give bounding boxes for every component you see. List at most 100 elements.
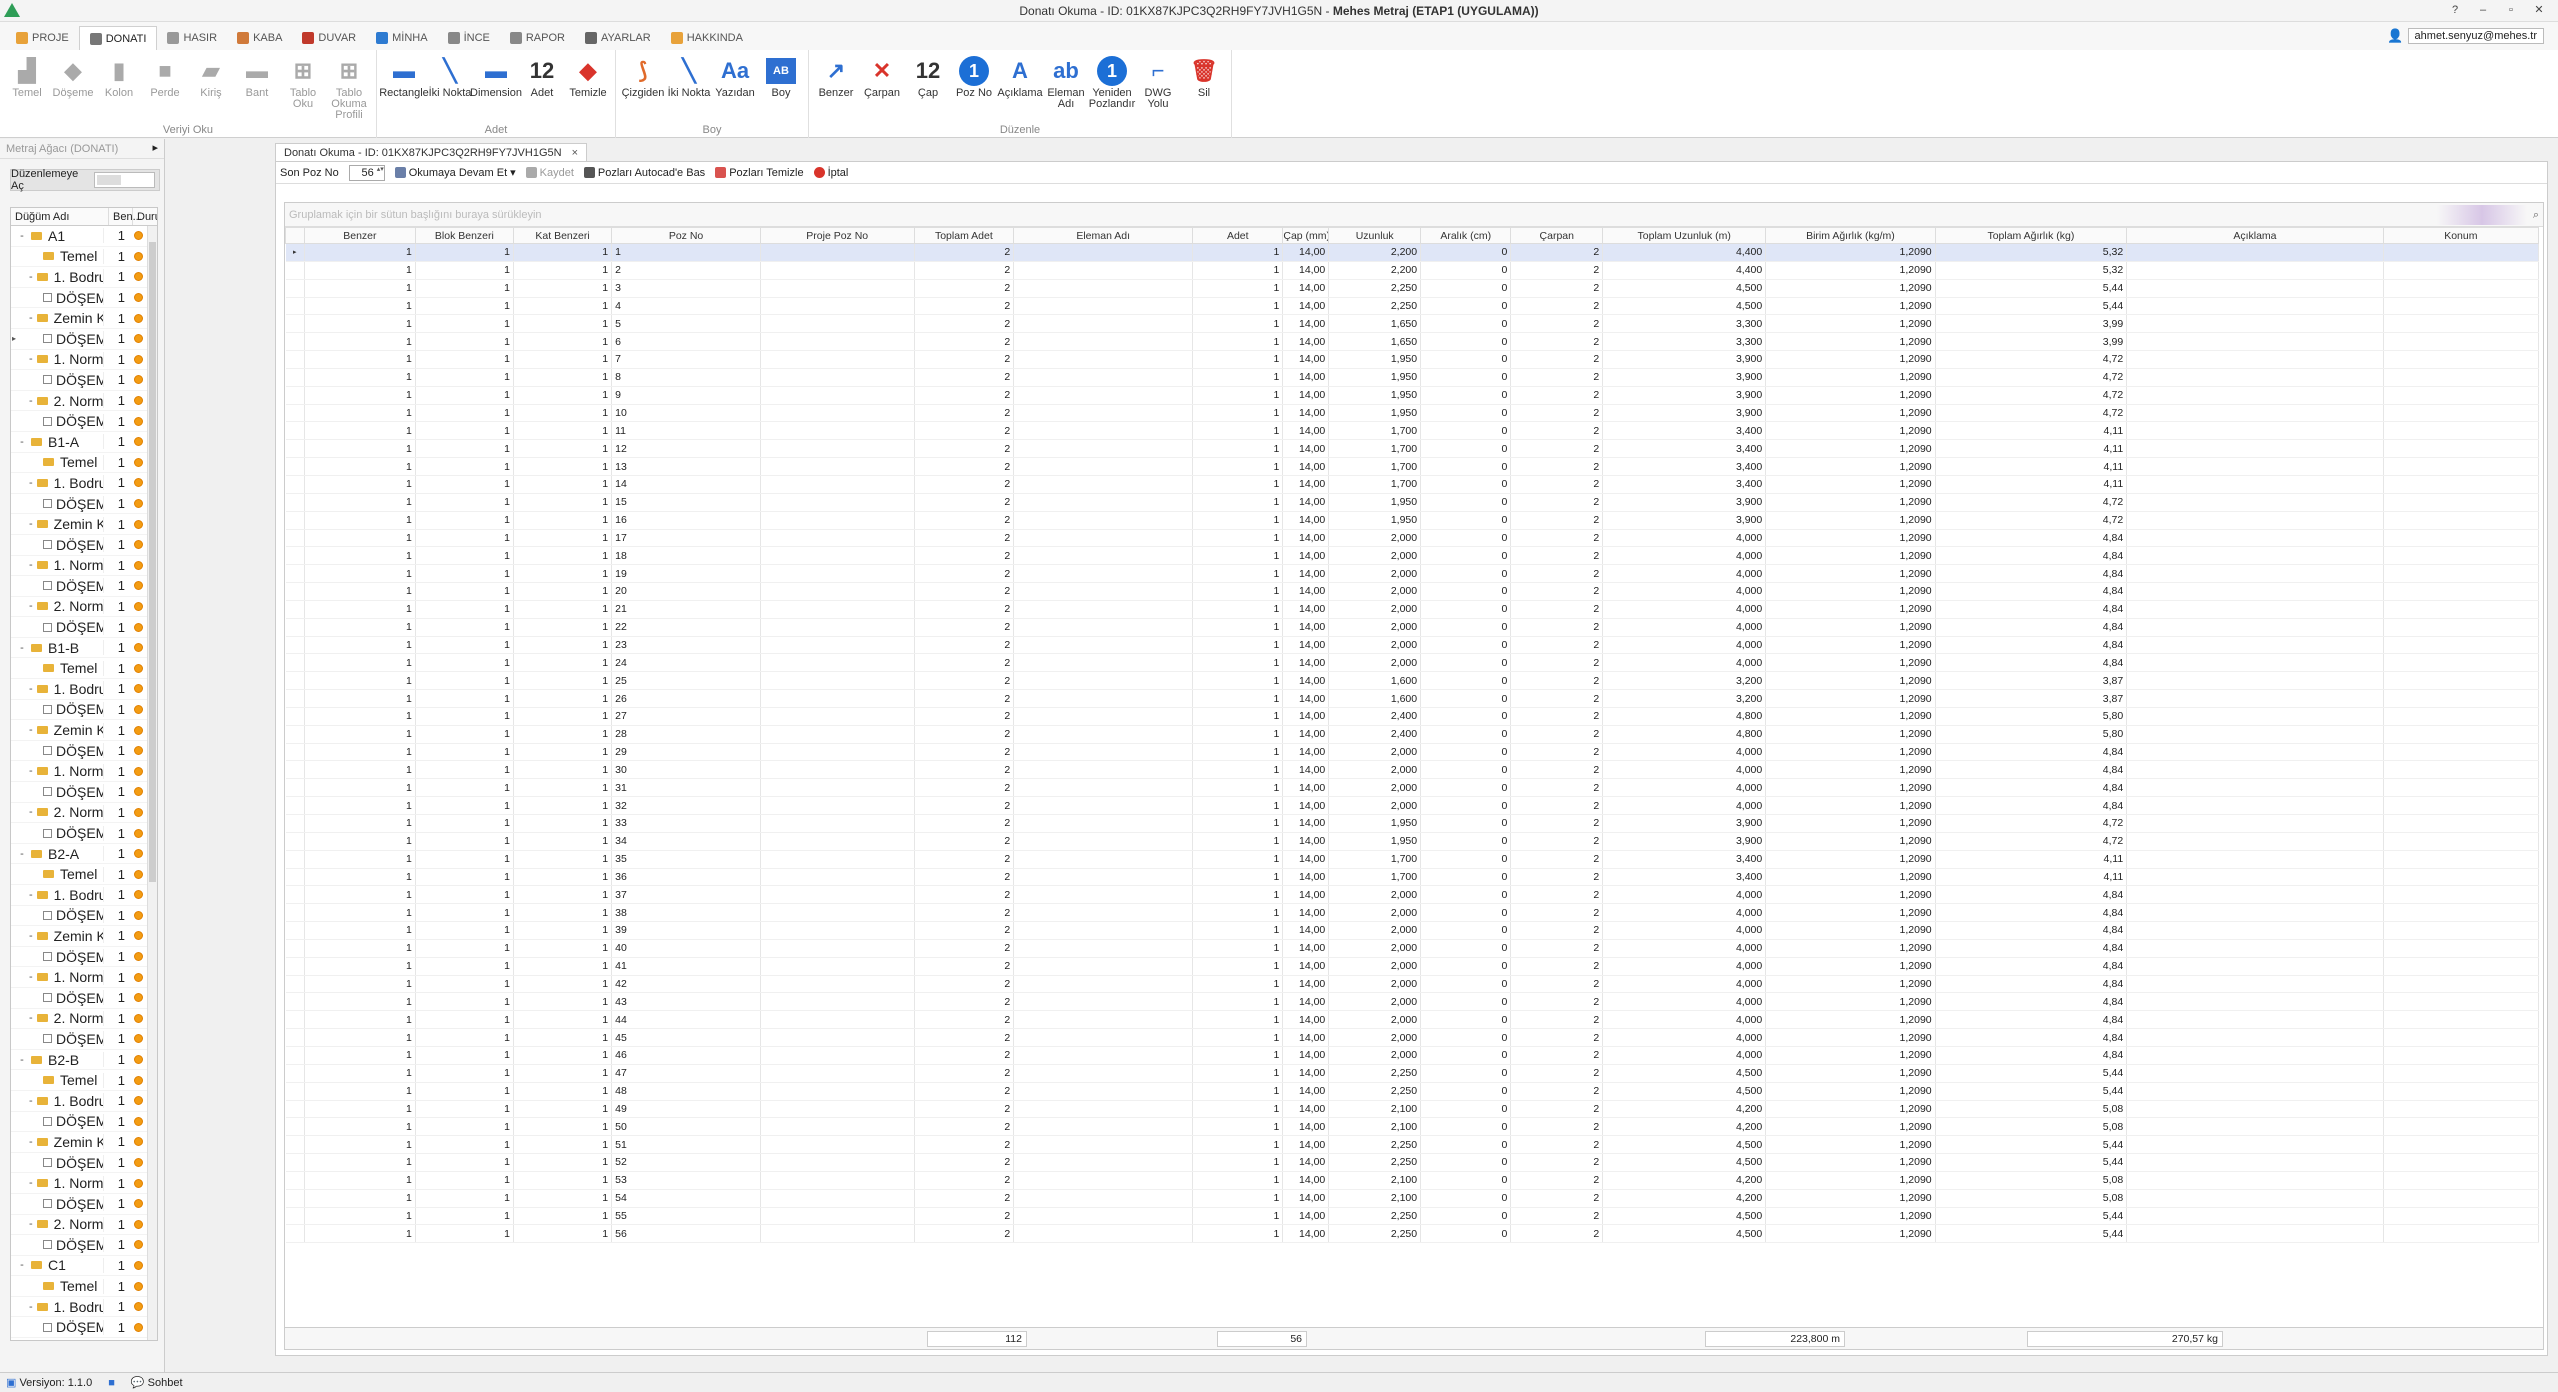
table-cell[interactable]: 14 [611, 475, 761, 494]
table-cell[interactable]: 1 [415, 368, 514, 387]
table-cell[interactable]: 14,00 [1282, 314, 1330, 334]
table-cell[interactable]: 0 [1420, 404, 1512, 423]
table-cell-konum[interactable] [2383, 1189, 2540, 1208]
table-cell[interactable]: 2,000 [1328, 796, 1422, 815]
table-cell-konum[interactable] [2383, 600, 2540, 619]
table-cell[interactable]: 0 [1420, 475, 1512, 494]
table-cell[interactable] [760, 760, 915, 780]
table-cell[interactable]: 1,2090 [1765, 314, 1936, 334]
table-cell[interactable]: 4,11 [1935, 868, 2128, 887]
table-cell[interactable] [1013, 725, 1194, 744]
table-cell[interactable]: 0 [1420, 885, 1512, 905]
table-cell[interactable]: 1,950 [1328, 814, 1422, 833]
expand-icon[interactable]: - [17, 1054, 27, 1066]
table-cell[interactable]: 1,2090 [1765, 332, 1936, 352]
document-tab[interactable]: Donatı Okuma - ID: 01KX87KJPC3Q2RH9FY7JV… [275, 143, 587, 161]
table-cell[interactable] [1013, 1171, 1194, 1190]
expand-icon[interactable]: - [17, 230, 27, 242]
table-cell[interactable] [760, 1207, 915, 1226]
table-cell[interactable]: 1 [513, 921, 613, 940]
table-cell[interactable]: 1 [513, 975, 613, 994]
table-cell[interactable]: 5,08 [1935, 1100, 2128, 1119]
table-cell[interactable]: 1,2090 [1765, 1224, 1936, 1244]
column-header[interactable]: Çap (mm) [1282, 227, 1330, 244]
table-cell-konum[interactable] [2383, 1100, 2540, 1119]
table-cell[interactable] [760, 707, 915, 726]
table-cell[interactable]: 3,900 [1602, 832, 1767, 851]
table-cell-konum[interactable] [2383, 760, 2540, 780]
table-cell[interactable]: 1 [513, 885, 613, 905]
table-cell[interactable]: 1 [513, 1135, 613, 1155]
table-row[interactable]: 1 1 1 55 2 1 14,00 2,250 0 2 4,500 1,2090 5,44 [285, 1207, 2540, 1226]
table-cell[interactable]: 4,84 [1935, 653, 2128, 673]
expand-icon[interactable]: - [29, 724, 33, 736]
table-cell-aciklama[interactable] [2126, 279, 2384, 298]
table-cell[interactable]: 2 [914, 636, 1015, 655]
table-cell[interactable]: 2 [1510, 957, 1604, 976]
table-cell[interactable]: 1,2090 [1765, 1117, 1936, 1137]
table-row[interactable]: 1 1 1 6 2 1 14,00 1,650 0 2 3,300 1,2090 3,99 [285, 332, 2540, 352]
table-cell[interactable]: 1 [513, 707, 613, 726]
table-cell[interactable]: 2,250 [1328, 1153, 1422, 1172]
tree-node[interactable]: Temel 1 [11, 453, 149, 474]
table-cell[interactable]: 2 [1510, 850, 1604, 869]
table-cell-aciklama[interactable] [2126, 1117, 2384, 1137]
table-cell-aciklama[interactable] [2126, 421, 2384, 441]
table-cell[interactable]: 44 [611, 1010, 761, 1030]
table-cell[interactable] [1013, 421, 1194, 441]
table-cell[interactable]: 35 [611, 850, 761, 869]
table-cell[interactable]: 1 [513, 636, 613, 655]
table-cell[interactable] [1013, 1028, 1194, 1047]
table-cell[interactable]: 4,84 [1935, 1046, 2128, 1065]
table-cell[interactable]: 3,400 [1602, 457, 1767, 476]
tree-node[interactable]: DÖŞEME1 [11, 411, 149, 432]
table-cell[interactable]: 1,2090 [1765, 1153, 1936, 1172]
table-cell[interactable]: 3,400 [1602, 850, 1767, 869]
table-cell[interactable] [760, 957, 915, 976]
table-cell-konum[interactable] [2383, 832, 2540, 851]
table-cell[interactable]: 5,44 [1935, 297, 2128, 316]
table-cell[interactable]: 43 [611, 992, 761, 1012]
table-cell[interactable]: 2,000 [1328, 529, 1422, 548]
table-cell[interactable] [1013, 921, 1194, 940]
table-cell-konum[interactable] [2383, 279, 2540, 298]
table-cell[interactable]: 4,000 [1602, 778, 1767, 798]
table-cell[interactable]: 4,72 [1935, 814, 2128, 833]
table-cell[interactable] [1013, 689, 1194, 708]
table-cell[interactable]: 28 [611, 725, 761, 744]
tree-node[interactable]: Temel 1 [11, 1276, 149, 1297]
table-cell[interactable]: 14,00 [1282, 778, 1330, 798]
table-cell[interactable]: 0 [1420, 992, 1512, 1012]
table-cell[interactable]: 1,2090 [1765, 1100, 1936, 1119]
table-cell[interactable]: 1 [1192, 475, 1284, 494]
table-cell[interactable]: 4,72 [1935, 368, 2128, 387]
table-cell[interactable] [760, 243, 915, 262]
table-cell[interactable]: 1 [304, 546, 416, 566]
table-cell[interactable]: 14,00 [1282, 457, 1330, 476]
table-cell[interactable]: 2 [1510, 1117, 1604, 1137]
table-cell[interactable]: 14,00 [1282, 546, 1330, 566]
table-cell[interactable]: 1 [513, 778, 613, 798]
table-cell[interactable]: 2,000 [1328, 1028, 1422, 1047]
table-cell[interactable] [1013, 386, 1194, 405]
tree-node[interactable]: DÖŞEME1 [11, 1153, 149, 1174]
table-cell[interactable]: 4,84 [1935, 600, 2128, 619]
user-box[interactable]: 👤 ahmet.senyuz@mehes.tr [2387, 26, 2544, 46]
table-cell[interactable]: 1 [304, 1153, 416, 1172]
table-cell[interactable]: 1 [1192, 582, 1284, 601]
table-row[interactable]: 1 1 1 52 2 1 14,00 2,250 0 2 4,500 1,2090 5,44 [285, 1153, 2540, 1172]
table-cell[interactable] [760, 1153, 915, 1172]
table-cell[interactable]: 1 [513, 511, 613, 530]
table-cell[interactable]: 14,00 [1282, 439, 1330, 459]
table-cell[interactable]: 1 [415, 1117, 514, 1137]
table-cell[interactable]: 1 [1192, 850, 1284, 869]
clear-poz-button[interactable]: Pozları Temizle [715, 167, 804, 179]
table-cell[interactable] [760, 1082, 915, 1101]
table-cell[interactable]: 1 [304, 332, 416, 352]
table-cell[interactable]: 3,400 [1602, 439, 1767, 459]
table-cell[interactable]: 1 [1192, 796, 1284, 815]
table-cell[interactable]: 14,00 [1282, 1046, 1330, 1065]
table-cell[interactable]: 2,000 [1328, 564, 1422, 584]
table-row[interactable]: 1 1 1 44 2 1 14,00 2,000 0 2 4,000 1,2090 4,84 [285, 1010, 2540, 1030]
table-cell[interactable] [1013, 1224, 1194, 1244]
